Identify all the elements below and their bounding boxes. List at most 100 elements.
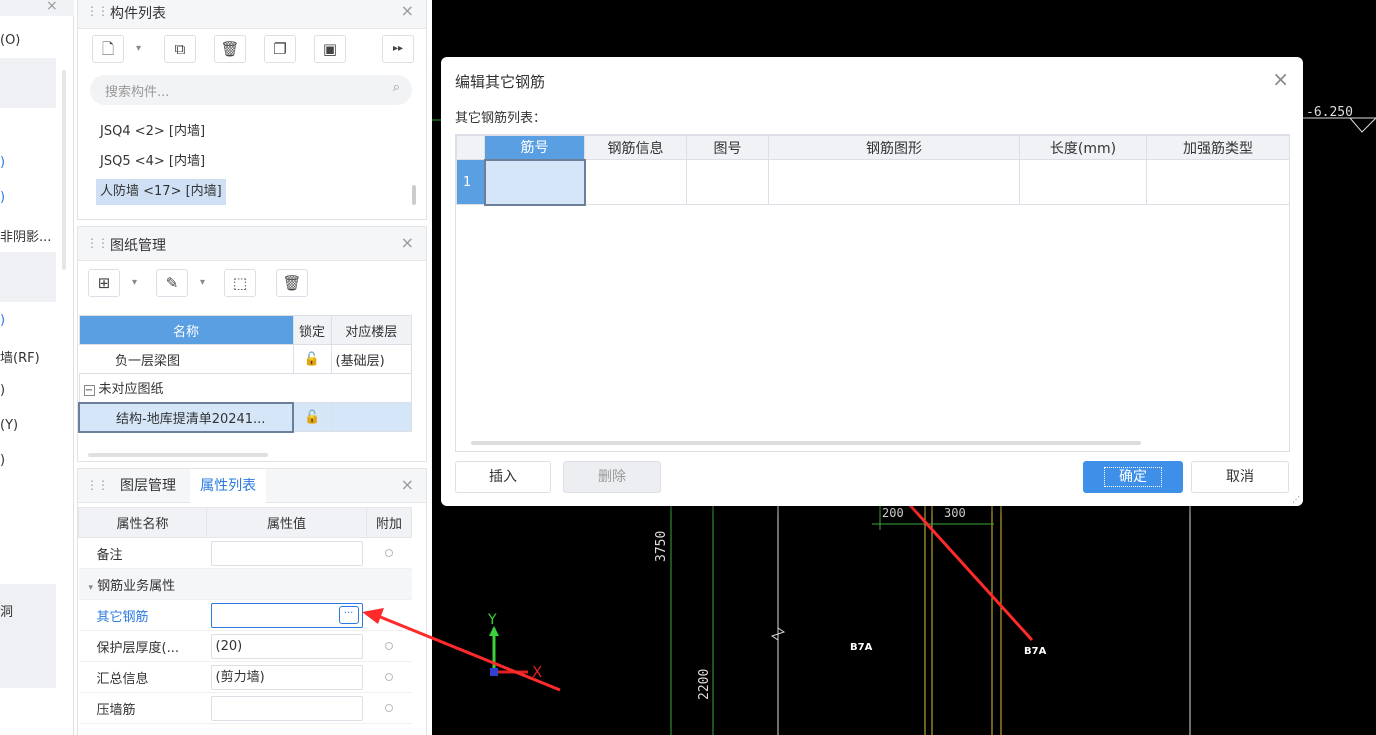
cancel-button[interactable]: 取消 <box>1191 461 1289 493</box>
chevron-down-icon[interactable]: ▾ <box>132 277 137 288</box>
table-row[interactable]: 负一层梁图 🔓 (基础层) <box>79 344 412 374</box>
table-row: 压墙筋 <box>78 692 412 724</box>
attach-radio[interactable] <box>385 641 393 650</box>
chevron-down-icon[interactable]: ▾ <box>136 43 141 54</box>
drag-handle-icon[interactable]: ⋮⋮ <box>86 478 109 492</box>
left-scrollbar[interactable] <box>62 70 66 270</box>
chevron-down-icon[interactable]: ▾ <box>200 277 205 288</box>
close-icon[interactable]: × <box>401 1 414 20</box>
axis-label: Y <box>487 612 497 628</box>
reinforcement-type-cell[interactable] <box>1146 159 1290 205</box>
close-icon[interactable]: × <box>1272 67 1289 91</box>
insert-button[interactable]: 插入 <box>455 461 551 493</box>
table-row[interactable]: 1 <box>456 158 1290 206</box>
new-component-icon[interactable]: 🗋 <box>92 35 124 63</box>
column-header[interactable]: 筋号 <box>484 135 585 160</box>
drawing-table: 名称 锁定 对应楼层 负一层梁图 🔓 (基础层) − 未对应图纸 结构-地库提清单… <box>78 315 412 433</box>
column-header[interactable]: 加强筋类型 <box>1146 135 1290 160</box>
ellipsis-button[interactable]: ··· <box>338 605 359 624</box>
search-icon[interactable]: ⌕ <box>393 80 400 95</box>
left-item-6[interactable]: ) <box>0 383 5 398</box>
save-icon[interactable]: ▣ <box>314 35 346 63</box>
property-panel: ⋮⋮ 图层管理 属性列表 × 属性名称 属性值 附加 备注 ▾ 钢筋业务属性 其… <box>77 468 427 735</box>
horizontal-scrollbar[interactable] <box>471 441 1141 445</box>
figure-number-cell[interactable] <box>686 159 769 205</box>
delete-icon[interactable]: 🗑 <box>214 35 246 63</box>
drag-handle-icon[interactable]: ⋮⋮ <box>86 4 109 18</box>
rebar-table: 筋号 钢筋信息 图号 钢筋图形 长度(mm) 加强筋类型 1 <box>456 135 1290 206</box>
left-item-8[interactable]: ) <box>0 453 5 468</box>
column-header[interactable]: 长度(mm) <box>1019 135 1147 160</box>
attach-radio[interactable] <box>385 703 393 712</box>
lock-icon[interactable]: 🔓 <box>292 402 332 432</box>
left-item-1[interactable]: ) <box>0 155 5 170</box>
list-item[interactable]: JSQ5 <4> [内墙] <box>96 149 209 175</box>
collapse-icon[interactable]: − <box>83 385 95 397</box>
delete-button[interactable]: 删除 <box>563 461 661 493</box>
close-icon[interactable]: × <box>46 0 58 14</box>
column-header[interactable]: 名称 <box>78 315 294 345</box>
left-item-3[interactable]: 非阴影... <box>0 226 51 245</box>
left-item-9[interactable]: 洞 <box>0 601 13 620</box>
left-item-7[interactable]: (Y) <box>0 418 18 433</box>
corner-cell <box>456 135 485 160</box>
drag-handle-icon[interactable]: ⋮⋮ <box>86 236 109 250</box>
length-cell[interactable] <box>1019 159 1147 205</box>
attach-radio[interactable] <box>385 548 393 557</box>
property-value-field[interactable]: (剪力墙) <box>210 664 363 690</box>
add-drawing-icon[interactable]: ⊞ <box>88 269 120 297</box>
dim-label: 300 <box>944 506 966 520</box>
edit-drawing-icon[interactable]: ✎ <box>156 269 188 297</box>
column-header[interactable]: 钢筋信息 <box>584 135 687 160</box>
collapse-triangle-icon[interactable]: ▾ <box>89 583 94 593</box>
more-icon[interactable]: ▸▸ <box>382 35 414 63</box>
left-item-4[interactable]: ) <box>0 313 5 328</box>
search-input[interactable]: 搜索构件... ⌕ <box>90 75 412 105</box>
dialog-subtitle: 其它钢筋列表： <box>455 111 547 126</box>
column-header: 属性值 <box>206 507 367 538</box>
property-value-field[interactable] <box>210 540 363 566</box>
left-item-2[interactable]: ) <box>0 190 5 205</box>
scrollbar[interactable] <box>88 453 268 457</box>
column-header[interactable]: 图号 <box>686 135 769 160</box>
close-icon[interactable]: × <box>401 233 414 252</box>
component-list-panel: ⋮⋮ 构件列表 × 🗋 ▾ ⧉ 🗑 ❐ ▣ ▸▸ 搜索构件... ⌕ JSQ4 … <box>77 0 427 220</box>
scrollbar[interactable] <box>412 185 416 205</box>
panel-header: ⋮⋮ 构件列表 × <box>78 0 426 29</box>
table-row: 备注 <box>78 537 412 569</box>
cad-tag: B7A <box>850 642 873 653</box>
property-value-field[interactable] <box>210 695 363 721</box>
tab-property-list[interactable]: 属性列表 <box>190 469 267 503</box>
lock-icon[interactable]: 🔓 <box>292 344 332 374</box>
split-drawing-icon[interactable]: ⬚ <box>224 269 256 297</box>
drawing-name: 结构-地库提清单20241... <box>78 401 294 433</box>
column-header[interactable]: 锁定 <box>292 315 332 345</box>
property-group-row[interactable]: ▾ 钢筋业务属性 <box>78 568 412 600</box>
column-header[interactable]: 对应楼层 <box>330 315 412 345</box>
left-item-5[interactable]: 墙(RF) <box>0 347 40 366</box>
rebar-info-cell[interactable] <box>584 159 687 205</box>
table-row-selected[interactable]: 结构-地库提清单20241... 🔓 <box>78 401 412 433</box>
property-value-field[interactable]: (20) <box>210 633 363 659</box>
row-number[interactable]: 1 <box>456 159 485 205</box>
table-row[interactable]: − 未对应图纸 <box>78 373 412 403</box>
ok-button[interactable]: 确定 <box>1083 461 1183 493</box>
column-header: 附加 <box>366 507 412 538</box>
close-icon[interactable]: × <box>401 475 414 494</box>
copy-to-floor-icon[interactable]: ❐ <box>264 35 296 63</box>
group-label: 钢筋业务属性 <box>97 578 176 594</box>
list-item[interactable]: JSQ4 <2> [内墙] <box>96 119 209 145</box>
attach-radio[interactable] <box>385 672 393 681</box>
list-item-selected[interactable]: 人防墙 <17> [内墙] <box>96 179 226 205</box>
rebar-number-cell[interactable] <box>483 158 586 206</box>
column-header[interactable]: 钢筋图形 <box>768 135 1020 160</box>
tab-layer-management[interactable]: 图层管理 <box>110 469 186 503</box>
dim-label: 200 <box>882 506 904 520</box>
copy-icon[interactable]: ⧉ <box>164 35 196 63</box>
left-item-0[interactable]: (O) <box>0 33 20 48</box>
rebar-shape-cell[interactable] <box>768 159 1020 205</box>
delete-icon[interactable]: 🗑 <box>276 269 308 297</box>
resize-grip-icon[interactable]: ⋰ <box>1292 495 1300 504</box>
property-name: 备注 <box>78 537 207 569</box>
other-rebar-field[interactable]: ··· <box>210 602 363 628</box>
